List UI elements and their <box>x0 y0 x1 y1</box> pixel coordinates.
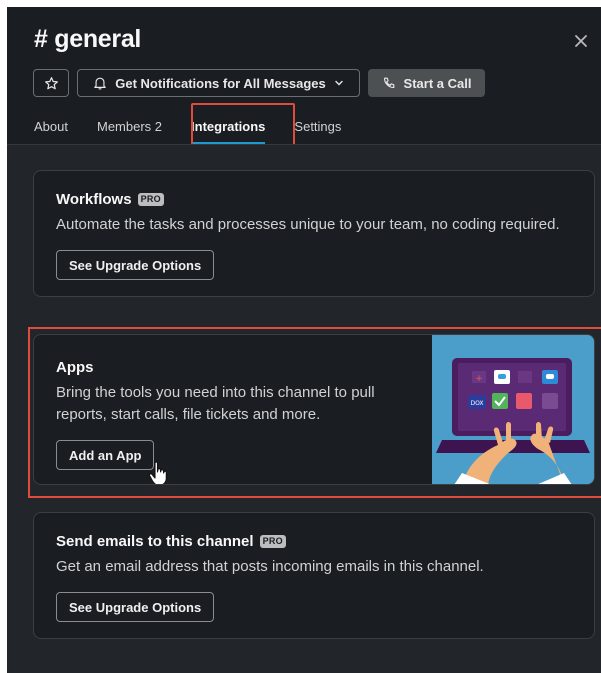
star-channel-button[interactable] <box>33 69 69 97</box>
email-card: Send emails to this channel PRO Get an e… <box>33 512 595 639</box>
email-title: Send emails to this channel <box>56 533 254 550</box>
workflows-upgrade-button[interactable]: See Upgrade Options <box>56 250 215 280</box>
channel-title: # general <box>34 25 142 53</box>
tab-integrations[interactable]: Integrations <box>184 115 272 144</box>
panel-header: # general Get Notifications for All Mess… <box>7 7 601 148</box>
workflows-title: Workflows <box>56 191 132 208</box>
star-icon <box>44 76 58 89</box>
apps-description: Bring the tools you need into this chann… <box>56 384 375 423</box>
header-actions: Get Notifications for All Messages Start… <box>33 69 485 97</box>
start-call-label: Start a Call <box>403 75 472 91</box>
close-icon[interactable] <box>571 31 591 51</box>
channel-details-panel: # general Get Notifications for All Mess… <box>7 7 601 673</box>
chevron-down-icon <box>335 80 343 86</box>
tab-about[interactable]: About <box>27 115 75 141</box>
apps-card: Apps Bring the tools you need into this … <box>33 334 595 485</box>
tab-settings[interactable]: Settings <box>287 115 348 141</box>
bell-icon <box>94 77 107 90</box>
apps-title: Apps <box>56 359 94 376</box>
apps-heading: Apps <box>56 359 424 376</box>
svg-text:+: + <box>475 374 483 384</box>
apps-illustration: + DOX <box>432 335 594 484</box>
notifications-button[interactable]: Get Notifications for All Messages <box>77 69 360 97</box>
workflows-card: Workflows PRO Automate the tasks and pro… <box>33 170 595 297</box>
integrations-content: Workflows PRO Automate the tasks and pro… <box>7 145 601 673</box>
pro-badge: PRO <box>137 193 164 206</box>
tab-bar: About Members 2 Integrations Settings <box>27 115 363 144</box>
svg-text:DOX: DOX <box>470 400 483 407</box>
tab-members[interactable]: Members 2 <box>90 115 169 141</box>
start-call-button[interactable]: Start a Call <box>368 69 485 97</box>
email-upgrade-button[interactable]: See Upgrade Options <box>56 592 215 622</box>
add-app-button[interactable]: Add an App <box>56 440 155 470</box>
workflows-heading: Workflows PRO <box>56 191 572 208</box>
email-description: Get an email address that posts incoming… <box>56 558 484 575</box>
hand-cursor-icon <box>148 461 167 484</box>
workflows-description: Automate the tasks and processes unique … <box>56 216 560 233</box>
email-heading: Send emails to this channel PRO <box>56 533 572 550</box>
pro-badge: PRO <box>259 535 286 548</box>
notifications-label: Get Notifications for All Messages <box>115 75 326 91</box>
phone-icon <box>383 77 394 88</box>
